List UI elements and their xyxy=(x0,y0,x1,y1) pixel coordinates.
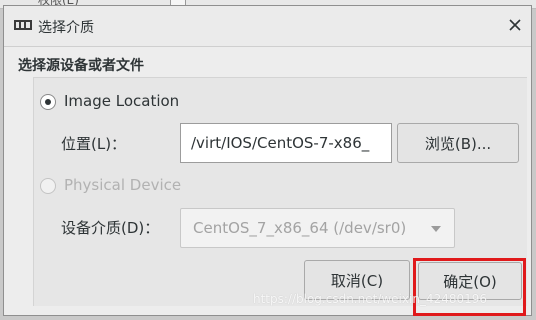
physical-device-radio[interactable] xyxy=(40,178,56,194)
image-location-label[interactable]: Image Location xyxy=(64,92,179,110)
image-location-radio[interactable] xyxy=(40,94,56,110)
watermark: https://blog.csdn.net/weixin_42480196 xyxy=(253,292,488,306)
location-label: 位置(L)： xyxy=(61,135,127,153)
physical-device-label[interactable]: Physical Device xyxy=(64,176,181,194)
virt-manager-icon xyxy=(14,20,32,30)
ok-button-highlight xyxy=(413,258,526,316)
dialog-title: 选择介质 xyxy=(38,20,94,36)
chevron-down-icon xyxy=(431,226,441,232)
section-title: 选择源设备或者文件 xyxy=(18,58,144,74)
location-input[interactable] xyxy=(180,123,392,163)
titlebar: 选择介质 xyxy=(4,6,531,47)
close-icon[interactable] xyxy=(507,17,523,33)
device-media-label: 设备介质(D)： xyxy=(61,219,160,237)
radio-selected-dot xyxy=(45,99,51,105)
device-media-value: CentOS_7_x86_64 (/dev/sr0) xyxy=(193,219,407,237)
device-media-select[interactable]: CentOS_7_x86_64 (/dev/sr0) xyxy=(180,208,455,248)
browse-button[interactable]: 浏览(B)... xyxy=(397,123,519,163)
